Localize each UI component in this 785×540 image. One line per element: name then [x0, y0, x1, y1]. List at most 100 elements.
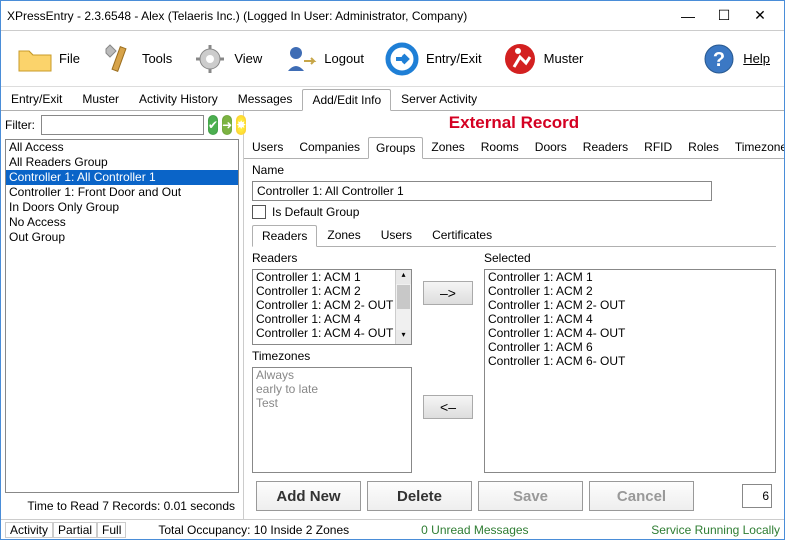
subtab-roles[interactable]: Roles — [680, 136, 727, 157]
view-label: View — [234, 51, 262, 66]
external-record-title: External Record — [244, 111, 784, 135]
apply-filter-icon[interactable]: ✔ — [208, 115, 218, 135]
maximize-button[interactable]: ☐ — [706, 4, 742, 28]
subtab-companies[interactable]: Companies — [291, 136, 368, 157]
next-filter-icon[interactable]: ➜ — [222, 115, 232, 135]
inner-tab-certificates[interactable]: Certificates — [422, 224, 502, 245]
list-item[interactable]: No Access — [6, 215, 238, 230]
tab-server-activity[interactable]: Server Activity — [391, 88, 487, 109]
list-item[interactable]: Controller 1: ACM 2 — [253, 284, 411, 298]
save-button[interactable]: Save — [478, 481, 583, 511]
help-button[interactable]: ? Help — [691, 37, 778, 81]
subtab-timezones[interactable]: Timezones — [727, 136, 784, 157]
action-button-row: Add New Delete Save Cancel — [252, 477, 776, 515]
default-group-row[interactable]: Is Default Group — [252, 205, 776, 219]
status-option-partial[interactable]: Partial — [53, 522, 97, 538]
list-item[interactable]: Test — [253, 396, 411, 410]
inner-tab-users[interactable]: Users — [371, 224, 422, 245]
list-item[interactable]: Always — [253, 368, 411, 382]
entry-exit-label: Entry/Exit — [426, 51, 482, 66]
list-item[interactable]: All Readers Group — [6, 155, 238, 170]
list-item[interactable]: Controller 1: ACM 2- OUT — [253, 298, 411, 312]
list-item[interactable]: Controller 1: ACM 6 — [485, 340, 775, 354]
subtab-rfid[interactable]: RFID — [636, 136, 680, 157]
subtab-users[interactable]: Users — [244, 136, 291, 157]
list-item[interactable]: Controller 1: ACM 4 — [485, 312, 775, 326]
tab-add-edit-info[interactable]: Add/Edit Info — [302, 89, 391, 111]
tab-activity-history[interactable]: Activity History — [129, 88, 228, 109]
subtab-zones[interactable]: Zones — [423, 136, 472, 157]
inner-tab-zones[interactable]: Zones — [317, 224, 370, 245]
groups-panel: Name Is Default Group ReadersZonesUsersC… — [244, 159, 784, 519]
file-menu[interactable]: File — [7, 37, 88, 81]
move-right-button[interactable]: –> — [423, 281, 473, 305]
subtab-doors[interactable]: Doors — [527, 136, 575, 157]
list-item[interactable]: Controller 1: ACM 4 — [253, 312, 411, 326]
window-title: XPressEntry - 2.3.6548 - Alex (Telaeris … — [7, 9, 670, 23]
right-panel: External Record UsersCompaniesGroupsZone… — [244, 111, 784, 519]
subtab-groups[interactable]: Groups — [368, 137, 423, 159]
subtab-rooms[interactable]: Rooms — [473, 136, 527, 157]
list-item[interactable]: Controller 1: ACM 2- OUT — [485, 298, 775, 312]
readers-assignment: Readers Controller 1: ACM 1Controller 1:… — [252, 251, 776, 473]
muster-button[interactable]: Muster — [492, 37, 592, 81]
selected-readers-list[interactable]: Controller 1: ACM 1Controller 1: ACM 2Co… — [484, 269, 776, 473]
add-new-button[interactable]: Add New — [256, 481, 361, 511]
scrollbar[interactable]: ▴▾ — [395, 270, 411, 344]
list-item[interactable]: Controller 1: ACM 1 — [485, 270, 775, 284]
group-listbox[interactable]: All AccessAll Readers GroupController 1:… — [5, 139, 239, 493]
list-item[interactable]: Out Group — [6, 230, 238, 245]
tab-entry-exit[interactable]: Entry/Exit — [1, 88, 72, 109]
filter-label: Filter: — [5, 118, 35, 132]
list-item[interactable]: Controller 1: ACM 2 — [485, 284, 775, 298]
minimize-button[interactable]: — — [670, 4, 706, 28]
available-readers-list[interactable]: Controller 1: ACM 1Controller 1: ACM 2Co… — [252, 269, 412, 345]
cancel-button[interactable]: Cancel — [589, 481, 694, 511]
view-menu[interactable]: View — [182, 37, 270, 81]
list-item[interactable]: Controller 1: Front Door and Out — [6, 185, 238, 200]
status-option-full[interactable]: Full — [97, 522, 126, 538]
entry-exit-button[interactable]: Entry/Exit — [374, 37, 490, 81]
logout-button[interactable]: Logout — [272, 37, 372, 81]
list-item[interactable]: All Access — [6, 140, 238, 155]
filter-input[interactable] — [41, 115, 204, 135]
subtab-readers[interactable]: Readers — [575, 136, 636, 157]
list-item[interactable]: early to late — [253, 382, 411, 396]
muster-label: Muster — [544, 51, 584, 66]
muster-icon — [500, 39, 540, 79]
list-item[interactable]: In Doors Only Group — [6, 200, 238, 215]
tools-icon — [98, 39, 138, 79]
list-item[interactable]: Controller 1: ACM 4- OUT — [253, 326, 411, 340]
unread-messages-label[interactable]: 0 Unread Messages — [421, 523, 528, 537]
inner-tab-readers[interactable]: Readers — [252, 225, 317, 247]
list-item[interactable]: Controller 1: ACM 4- OUT — [485, 326, 775, 340]
tab-messages[interactable]: Messages — [228, 88, 303, 109]
list-item[interactable]: Controller 1: ACM 6- OUT — [485, 354, 775, 368]
name-input[interactable] — [252, 181, 712, 201]
tools-label: Tools — [142, 51, 172, 66]
move-left-button[interactable]: <– — [423, 395, 473, 419]
close-button[interactable]: ✕ — [742, 4, 778, 28]
status-bar: ActivityPartialFull Total Occupancy: 10 … — [1, 519, 784, 539]
logout-label: Logout — [324, 51, 364, 66]
readers-header: Readers — [252, 251, 412, 265]
occupancy-label: Total Occupancy: 10 Inside 2 Zones — [158, 523, 349, 537]
timezones-header: Timezones — [252, 349, 412, 363]
name-label: Name — [252, 163, 776, 177]
folder-icon — [15, 39, 55, 79]
tools-menu[interactable]: Tools — [90, 37, 180, 81]
default-group-checkbox[interactable] — [252, 205, 266, 219]
inner-tabs: ReadersZonesUsersCertificates — [252, 223, 776, 247]
timezones-list[interactable]: Alwaysearly to lateTest — [252, 367, 412, 473]
record-number-input[interactable] — [742, 484, 772, 508]
list-item[interactable]: Controller 1: ACM 1 — [253, 270, 411, 284]
content-area: Filter: ✔ ➜ ✸ All AccessAll Readers Grou… — [1, 111, 784, 519]
main-tabs: Entry/ExitMusterActivity HistoryMessages… — [1, 87, 784, 111]
delete-button[interactable]: Delete — [367, 481, 472, 511]
file-label: File — [59, 51, 80, 66]
list-item[interactable]: Controller 1: All Controller 1 — [6, 170, 238, 185]
tab-muster[interactable]: Muster — [72, 88, 129, 109]
status-option-activity[interactable]: Activity — [5, 522, 53, 538]
app-window: XPressEntry - 2.3.6548 - Alex (Telaeris … — [0, 0, 785, 540]
sub-tabs: UsersCompaniesGroupsZonesRoomsDoorsReade… — [244, 135, 784, 159]
